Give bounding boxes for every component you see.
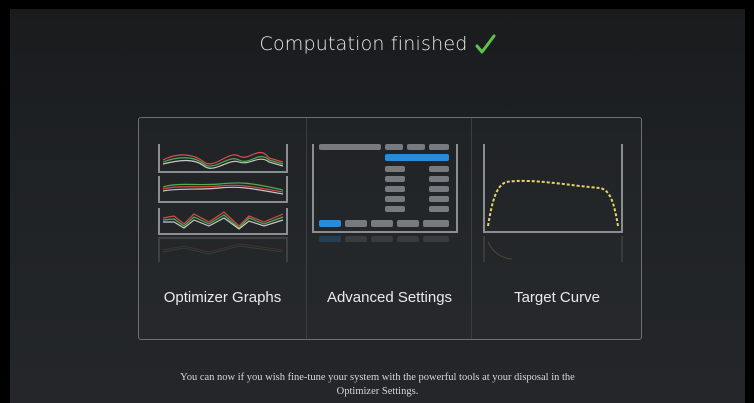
options-panel: Optimizer Graphs Advanced Settings Targe… xyxy=(138,117,642,340)
optimizer-graphs-option[interactable]: Optimizer Graphs xyxy=(139,118,306,339)
target-curve-option[interactable]: Target Curve xyxy=(471,118,642,339)
advanced-settings-option[interactable]: Advanced Settings xyxy=(306,118,472,339)
advanced-settings-thumbnail xyxy=(312,144,458,242)
app-screen: Computation finished Optimizer Graphs Ad… xyxy=(10,9,745,403)
checkmark-icon xyxy=(475,34,495,54)
target-curve-label: Target Curve xyxy=(514,289,600,306)
target-curve-thumbnail xyxy=(483,144,623,262)
optimizer-graphs-thumbnail xyxy=(158,144,288,262)
info-message: You can now if you wish fine-tune your s… xyxy=(10,371,745,399)
info-message-line-1: You can now if you wish fine-tune your s… xyxy=(180,372,575,383)
header: Computation finished xyxy=(10,31,745,57)
info-message-line-2: Optimizer Settings. xyxy=(336,386,419,397)
page-title: Computation finished xyxy=(259,33,468,55)
optimizer-graphs-label: Optimizer Graphs xyxy=(163,289,282,306)
advanced-settings-label: Advanced Settings xyxy=(326,289,453,306)
